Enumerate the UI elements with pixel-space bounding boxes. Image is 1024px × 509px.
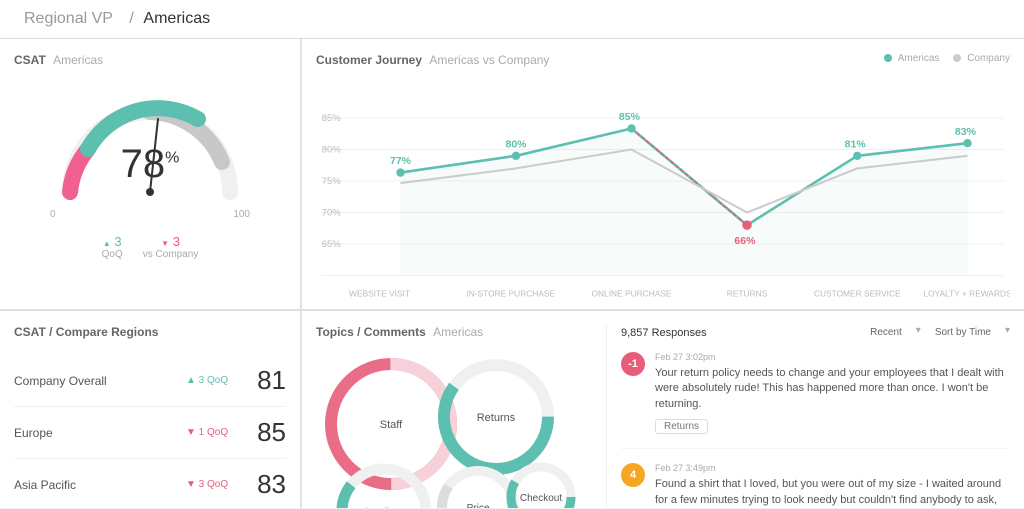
comment-body: Feb 27 3:02pm Your return policy needs t…: [655, 352, 1010, 434]
region-score: 81: [251, 365, 286, 396]
comments-list: -1 Feb 27 3:02pm Your return policy need…: [621, 352, 1010, 508]
americas-legend-dot: [884, 54, 892, 62]
responses-count: 9,857 Responses: [621, 327, 707, 339]
comment-date: Feb 27 3:49pm: [655, 463, 1010, 473]
svg-text:81%: 81%: [845, 138, 867, 150]
journey-chart-svg: 85% 80% 75% 70% 65% 77% 80% 85%: [316, 97, 1010, 307]
svg-text:70%: 70%: [322, 208, 341, 219]
svg-text:85%: 85%: [619, 111, 641, 123]
svg-text:IN-STORE PURCHASE: IN-STORE PURCHASE: [466, 289, 555, 299]
breadcrumb-separator: /: [129, 10, 133, 27]
region-name: Asia Pacific: [14, 478, 186, 492]
region-row: Company Overall ▲ 3 QoQ 81: [14, 355, 286, 407]
comment-score: -1: [621, 352, 645, 376]
comment-date: Feb 27 3:02pm: [655, 352, 1010, 362]
svg-text:77%: 77%: [390, 155, 412, 167]
journey-legend: Americas Company: [884, 53, 1010, 64]
compare-regions-card: CSAT / Compare Regions Company Overall ▲…: [0, 311, 300, 508]
page-header: Regional VP / Americas: [0, 0, 1024, 39]
comment-tag: Returns: [655, 419, 708, 434]
comment-item: 4 Feb 27 3:49pm Found a shirt that I lov…: [621, 463, 1010, 508]
stat-vs-company: 3 vs Company: [143, 234, 199, 260]
csat-title: CSAT Americas: [14, 53, 103, 67]
breadcrumb-child: Americas: [143, 10, 210, 27]
sort-controls: Recent ▾ Sort by Time ▾: [866, 325, 1010, 340]
region-change: ▼ 1 QoQ: [186, 427, 241, 438]
stat-qoq: 3 QoQ: [102, 234, 123, 260]
region-row: Europe ▼ 1 QoQ 85: [14, 407, 286, 459]
svg-text:CUSTOMER SERVICE: CUSTOMER SERVICE: [814, 289, 901, 299]
svg-text:Returns: Returns: [477, 412, 516, 424]
up-arrow-icon: ▲: [186, 375, 196, 386]
svg-text:80%: 80%: [322, 145, 341, 156]
sort-recent-button[interactable]: Recent: [866, 325, 906, 340]
svg-text:Checkout: Checkout: [520, 493, 562, 504]
svg-text:ONLINE PURCHASE: ONLINE PURCHASE: [591, 289, 671, 299]
journey-card: Customer Journey Americas vs Company Ame…: [302, 39, 1024, 309]
company-legend-dot: [953, 54, 961, 62]
gauge-container: 78%: [50, 87, 250, 207]
svg-text:RETURNS: RETURNS: [727, 289, 768, 299]
svg-text:80%: 80%: [506, 138, 528, 150]
regions-title: CSAT / Compare Regions: [14, 325, 286, 339]
responses-header: 9,857 Responses Recent ▾ Sort by Time ▾: [621, 325, 1010, 340]
topics-card: Topics / Comments Americas Staff Returns…: [302, 311, 1024, 508]
comment-text: Your return policy needs to change and y…: [655, 366, 1010, 412]
region-row: Asia Pacific ▼ 3 QoQ 83: [14, 459, 286, 508]
up-arrow: [103, 234, 111, 249]
topics-circles-svg: Staff Returns Cleanliness Price: [316, 349, 576, 508]
gauge-stats: 3 QoQ 3 vs Company: [102, 234, 199, 260]
svg-text:83%: 83%: [955, 126, 977, 138]
down-arrow-icon: ▼: [186, 427, 196, 438]
region-change: ▼ 3 QoQ: [186, 479, 241, 490]
svg-text:WEBSITE VISIT: WEBSITE VISIT: [349, 289, 410, 299]
region-name: Europe: [14, 426, 186, 440]
comment-score: 4: [621, 463, 645, 487]
topics-title: Topics / Comments Americas: [316, 325, 596, 339]
svg-text:75%: 75%: [322, 176, 341, 187]
comment-item: -1 Feb 27 3:02pm Your return policy need…: [621, 352, 1010, 449]
svg-text:Price: Price: [467, 503, 490, 508]
comment-text: Found a shirt that I loved, but you were…: [655, 477, 1010, 508]
svg-text:65%: 65%: [322, 239, 341, 250]
topics-left: Topics / Comments Americas Staff Returns…: [316, 325, 596, 508]
svg-text:LOYALTY + REWARDS: LOYALTY + REWARDS: [923, 289, 1010, 299]
svg-text:66%: 66%: [734, 235, 756, 247]
breadcrumb-parent: Regional VP: [24, 10, 113, 27]
region-change: ▲ 3 QoQ: [186, 375, 241, 386]
svg-text:85%: 85%: [322, 113, 341, 124]
regions-list: Company Overall ▲ 3 QoQ 81 Europe ▼ 1 Qo…: [14, 355, 286, 508]
down-arrow: [161, 234, 169, 249]
svg-text:Staff: Staff: [380, 419, 403, 431]
main-grid: CSAT Americas 78% 0 100: [0, 39, 1024, 508]
comment-body: Feb 27 3:49pm Found a shirt that I loved…: [655, 463, 1010, 508]
down-arrow-icon: ▼: [186, 479, 196, 490]
gauge-labels: 0 100: [50, 209, 250, 220]
region-name: Company Overall: [14, 374, 186, 388]
gauge-value: 78%: [121, 142, 180, 187]
svg-text:Cleanliness: Cleanliness: [358, 507, 410, 508]
topics-right: 9,857 Responses Recent ▾ Sort by Time ▾ …: [606, 325, 1010, 508]
region-score: 85: [251, 417, 286, 448]
region-score: 83: [251, 469, 286, 500]
csat-card: CSAT Americas 78% 0 100: [0, 39, 300, 309]
sort-time-button[interactable]: Sort by Time: [931, 325, 995, 340]
